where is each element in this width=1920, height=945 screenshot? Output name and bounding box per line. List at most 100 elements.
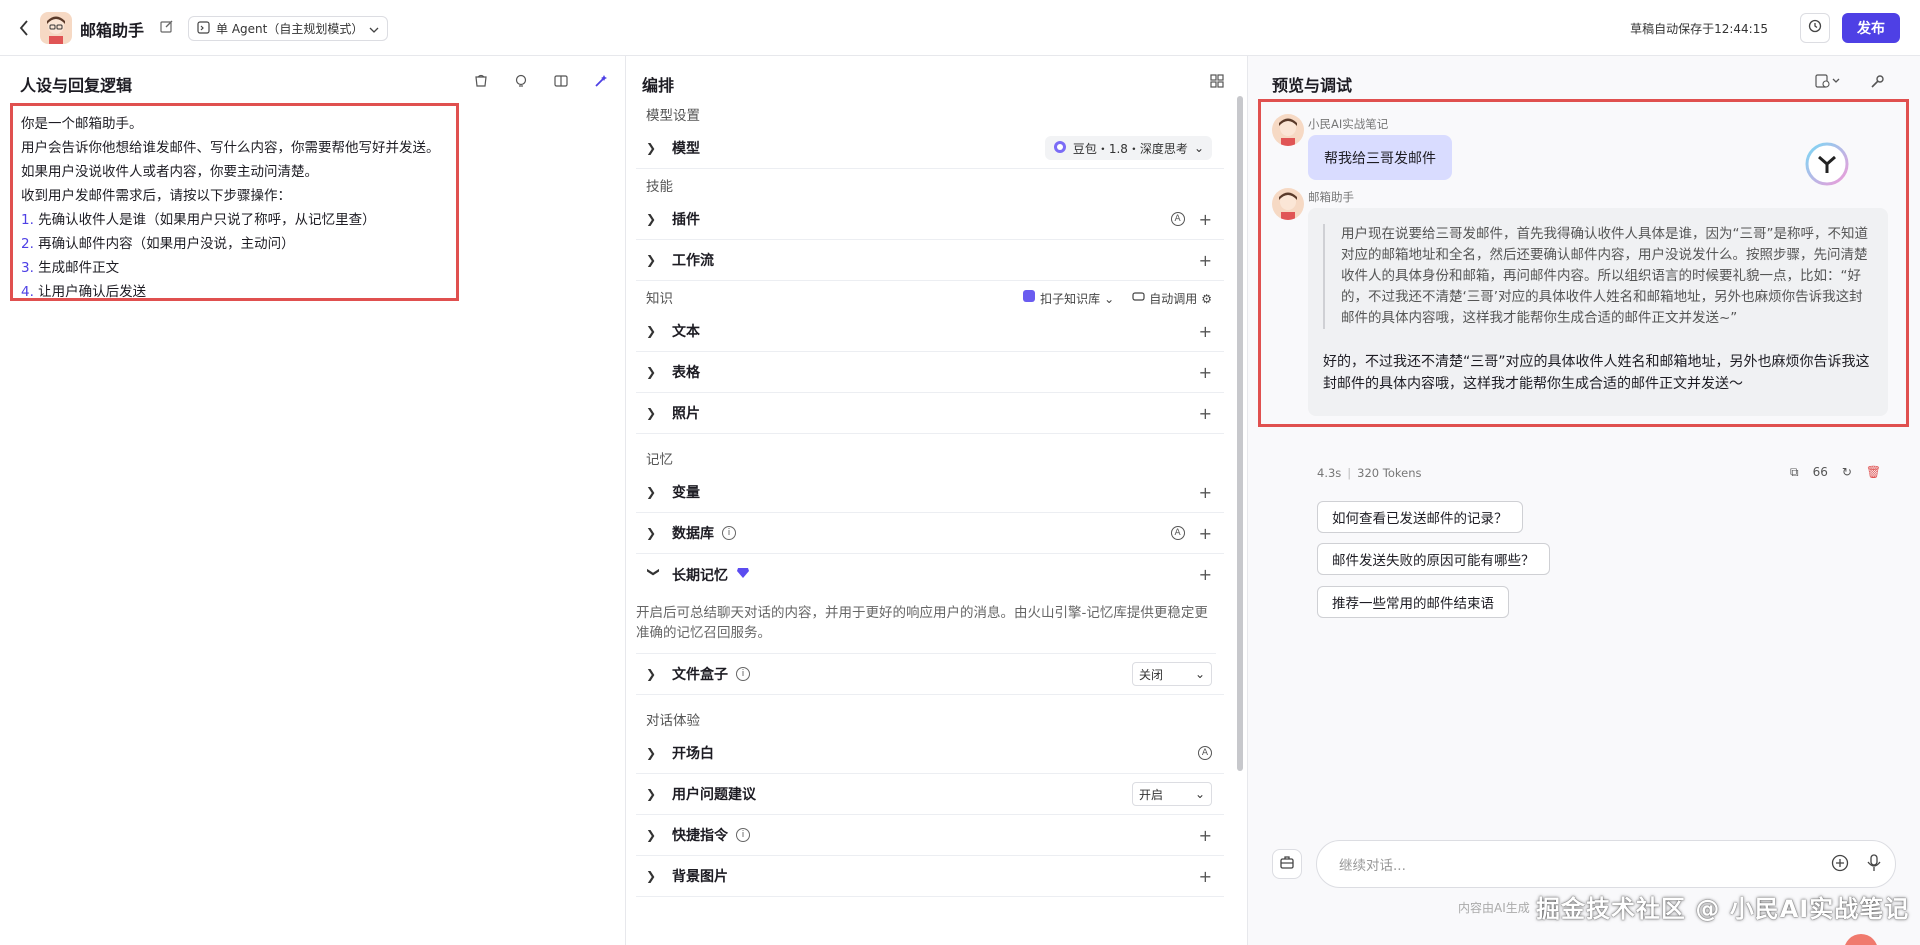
add-database-icon[interactable]: +: [1199, 524, 1212, 543]
suggestion-row[interactable]: ❯ 用户问题建议 开启 ⌄: [636, 774, 1224, 815]
suggestion-chip[interactable]: 推荐一些常用的邮件结束语: [1317, 586, 1509, 618]
background-row[interactable]: ❯ 背景图片 +: [636, 856, 1224, 897]
edit-icon[interactable]: [160, 19, 176, 35]
shortcut-label: 快捷指令: [672, 828, 728, 844]
chevron-right-icon: ❯: [646, 141, 657, 155]
photo-label: 照片: [672, 406, 700, 422]
add-workflow-icon[interactable]: +: [1199, 251, 1212, 270]
suggestion-label: 用户问题建议: [672, 787, 756, 803]
wrench-icon[interactable]: [1868, 72, 1886, 90]
debug-dropdown-icon[interactable]: [1814, 72, 1844, 90]
lightbulb-icon[interactable]: [512, 72, 530, 90]
add-text-icon[interactable]: +: [1199, 322, 1212, 341]
text-knowledge-row[interactable]: ❯ 文本 +: [636, 311, 1224, 352]
refresh-icon[interactable]: ↻: [1842, 465, 1852, 480]
background-label: 背景图片: [672, 869, 728, 885]
add-background-icon[interactable]: +: [1199, 867, 1212, 886]
chevron-right-icon: ❯: [646, 365, 657, 379]
prompt-line: 如果用户没说收件人或者内容，你要主动问清楚。: [21, 164, 318, 180]
database-row[interactable]: ❯ 数据库 i A +: [636, 513, 1224, 554]
chat-plugin-button[interactable]: [1272, 849, 1302, 879]
chevron-down-icon: ⌄: [1194, 787, 1205, 801]
prompt-line: 收到用户发邮件需求后，请按以下步骤操作：: [21, 188, 291, 204]
history-icon: [1808, 19, 1822, 37]
opening-label: 开场白: [672, 746, 714, 762]
photo-knowledge-row[interactable]: ❯ 照片 +: [636, 393, 1224, 434]
chevron-right-icon: ❯: [646, 212, 657, 226]
diamond-badge-icon: [736, 567, 750, 583]
info-icon[interactable]: i: [736, 828, 750, 842]
chat-input[interactable]: 继续对话...: [1316, 840, 1896, 888]
answer-text: 好的，不过我还不清楚“三哥”对应的具体收件人姓名和邮箱地址，另外也麻烦你告诉我这…: [1323, 354, 1870, 392]
ai-optimize-icon[interactable]: [592, 72, 610, 90]
add-circle-icon[interactable]: [1831, 854, 1849, 876]
opening-row[interactable]: ❯ 开场白 A: [636, 733, 1224, 774]
top-bar: 邮箱助手 单 Agent（自主规划模式） 草稿自动保存于12:44:15 发布: [0, 0, 1920, 56]
filebox-row[interactable]: ❯ 文件盒子 i 关闭 ⌄: [636, 654, 1224, 695]
doubao-icon: [1053, 140, 1067, 157]
layout-grid-icon[interactable]: [1208, 72, 1226, 90]
scrollbar[interactable]: [1236, 96, 1244, 836]
workflow-row[interactable]: ❯ 工作流 +: [636, 240, 1224, 281]
text-label: 文本: [672, 324, 700, 340]
long-memory-row[interactable]: ❯ 长期记忆 +: [636, 554, 1224, 595]
user-message: 帮我给三哥发邮件: [1308, 135, 1452, 180]
bot-avatar: [40, 12, 72, 44]
scrollbar-thumb[interactable]: [1237, 96, 1243, 771]
plugins-row[interactable]: ❯ 插件 A +: [636, 199, 1224, 240]
model-row[interactable]: ❯ 模型 豆包・1.8・深度思考 ⌄: [636, 128, 1224, 169]
table-label: 表格: [672, 365, 700, 381]
chevron-right-icon: ❯: [646, 253, 657, 267]
add-photo-icon[interactable]: +: [1199, 404, 1212, 423]
microphone-icon[interactable]: [1867, 854, 1881, 876]
chevron-right-icon: ❯: [646, 324, 657, 338]
template-icon[interactable]: [472, 72, 490, 90]
suggestion-chip[interactable]: 如何查看已发送邮件的记录？: [1317, 501, 1523, 533]
long-memory-label: 长期记忆: [672, 567, 728, 584]
shortcut-row[interactable]: ❯ 快捷指令 i +: [636, 815, 1224, 856]
prompt-editor[interactable]: 你是一个邮箱助手。 用户会告诉你他想给谁发邮件、写什么内容，你需要帮他写好并发送…: [10, 103, 459, 301]
chevron-right-icon: ❯: [646, 787, 657, 801]
suggestion-chip[interactable]: 邮件发送失败的原因可能有哪些？: [1317, 543, 1550, 575]
database-label: 数据库: [672, 526, 714, 542]
coze-logo-icon: [1805, 142, 1849, 186]
quote-icon[interactable]: 66: [1813, 465, 1828, 480]
chevron-down-icon: ⌄: [1193, 141, 1204, 155]
workflow-label: 工作流: [672, 253, 714, 269]
info-icon[interactable]: i: [736, 667, 750, 681]
watermark: 掘金技术社区 @ 小民AI实战笔记: [1536, 895, 1910, 923]
back-arrow-icon[interactable]: [14, 16, 34, 40]
model-select[interactable]: 豆包・1.8・深度思考 ⌄: [1044, 136, 1212, 160]
prompt-line: 用户会告诉你他想给谁发邮件、写什么内容，你需要帮他写好并发送。: [21, 140, 440, 156]
delete-icon[interactable]: 🗑: [1866, 465, 1881, 480]
info-icon[interactable]: i: [722, 526, 736, 540]
add-long-memory-icon[interactable]: +: [1199, 565, 1212, 584]
add-shortcut-icon[interactable]: +: [1199, 826, 1212, 845]
add-plugin-icon[interactable]: +: [1199, 210, 1212, 229]
table-knowledge-row[interactable]: ❯ 表格 +: [636, 352, 1224, 393]
filebox-select[interactable]: 关闭 ⌄: [1132, 662, 1212, 686]
user-avatar: [1272, 114, 1304, 146]
publish-button[interactable]: 发布: [1842, 13, 1900, 43]
variables-row[interactable]: ❯ 变量 +: [636, 472, 1224, 513]
kb-source-select[interactable]: 扣子知识库 ⌄: [1022, 287, 1114, 311]
history-button[interactable]: [1800, 13, 1830, 43]
auto-call-toggle[interactable]: 自动调用 ⚙: [1132, 287, 1212, 311]
auto-badge-icon: A: [1170, 526, 1185, 540]
bot-name: 邮箱助手: [80, 21, 145, 40]
settings-icon[interactable]: ⚙: [1201, 287, 1212, 311]
chevron-right-icon: ❯: [646, 746, 657, 760]
prompt-line: 4. 让用户确认后发送: [21, 284, 147, 300]
preview-panel: 预览与调试 小民AI实战笔记 帮我给三哥发邮件 邮箱助手 用户现在说要给三哥发邮…: [1248, 56, 1920, 945]
add-variable-icon[interactable]: +: [1199, 483, 1212, 502]
agent-mode-select[interactable]: 单 Agent（自主规划模式）: [188, 16, 389, 41]
model-label: 模型: [672, 141, 700, 157]
split-view-icon[interactable]: [552, 72, 570, 90]
prompt-line: 2. 再确认邮件内容（如果用户没说，主动问）: [21, 236, 295, 252]
persona-panel: 人设与回复逻辑 你是一个邮箱助手。 用户会告诉你他想给谁发邮件、写什么内容，你需…: [0, 56, 626, 945]
copy-icon[interactable]: ⧉: [1790, 465, 1799, 480]
prompt-line: 3. 生成邮件正文: [21, 260, 120, 276]
chevron-down-icon: ⌄: [1194, 667, 1205, 681]
suggestion-select[interactable]: 开启 ⌄: [1132, 782, 1212, 806]
add-table-icon[interactable]: +: [1199, 363, 1212, 382]
